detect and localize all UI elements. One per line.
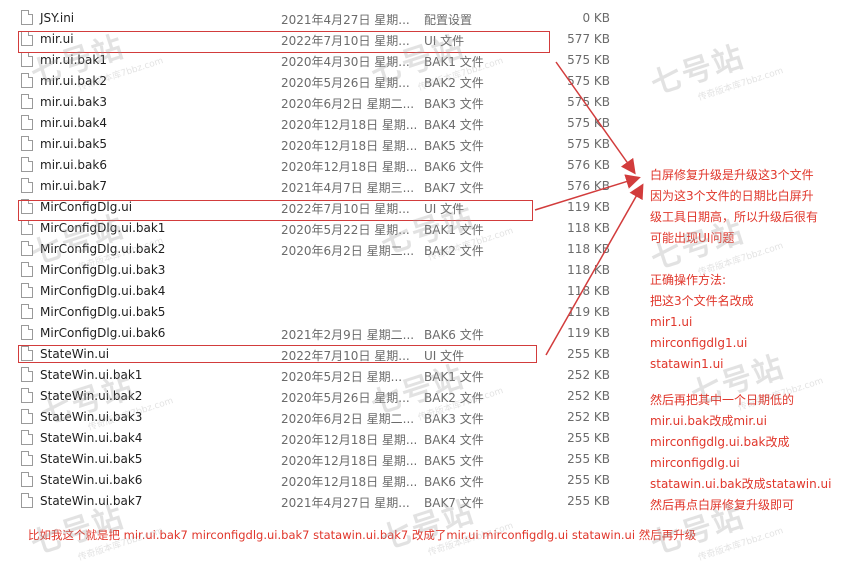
steps-note: 正确操作方法: 把这3个文件名改成 mir1.ui mirconfigdlg1.… <box>650 270 754 375</box>
then-line: statawin.ui.bak改成statawin.ui <box>650 477 832 491</box>
steps-line: mir1.ui <box>650 315 693 329</box>
then-note: 然后再把其中一个日期低的 mir.ui.bak改成mir.ui mirconfi… <box>650 390 832 516</box>
then-line: 然后再点白屏修复升级即可 <box>650 498 795 512</box>
steps-line: mirconfigdlg1.ui <box>650 336 748 350</box>
explanation-line: 可能出现UI问题 <box>650 231 735 245</box>
explanation-line: 白屏修复升级是升级这3个文件 <box>650 168 814 182</box>
steps-line: 正确操作方法: <box>650 273 727 287</box>
then-line: 然后再把其中一个日期低的 <box>650 393 795 407</box>
then-line: mirconfigdlg.ui.bak改成 <box>650 435 790 449</box>
then-line: mir.ui.bak改成mir.ui <box>650 414 767 428</box>
arrow-from-mirconfigdlg-ui <box>534 174 641 211</box>
arrow-from-statewin-ui <box>545 183 644 356</box>
explanation-line: 因为这3个文件的日期比白屏升 <box>650 189 814 203</box>
explanation-note: 白屏修复升级是升级这3个文件 因为这3个文件的日期比白屏升 级工具日期高，所以升… <box>650 165 818 249</box>
then-line: mirconfigdlg.ui <box>650 456 740 470</box>
arrow-from-mir-ui <box>555 61 636 175</box>
bottom-note: 比如我这个就是把 mir.ui.bak7 mirconfigdlg.ui.bak… <box>28 528 697 542</box>
explanation-line: 级工具日期高，所以升级后很有 <box>650 210 819 224</box>
steps-line: statawin1.ui <box>650 357 724 371</box>
steps-line: 把这3个文件名改成 <box>650 294 754 308</box>
